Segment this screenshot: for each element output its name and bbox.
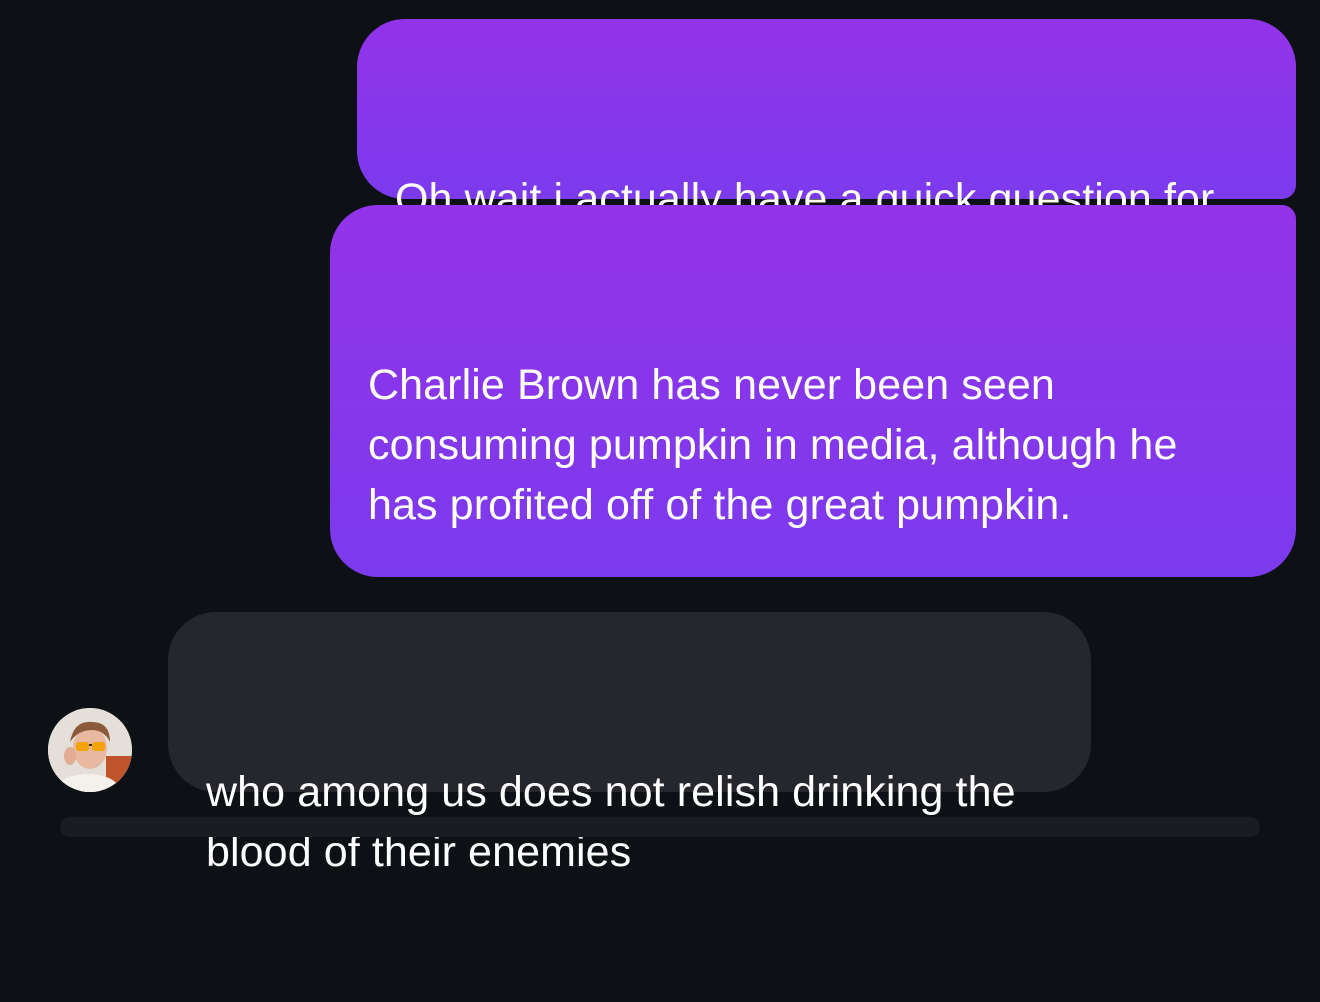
chat-thread: Oh wait i actually have a quick question… <box>0 0 1320 876</box>
incoming-message-bubble[interactable]: who among us does not relish drinking th… <box>168 612 1091 876</box>
outgoing-message-bubble[interactable]: Charlie Brown has never been seen consum… <box>330 205 1296 769</box>
message-text: Charlie Brown has never been seen consum… <box>368 361 1190 529</box>
user-avatar-icon[interactable] <box>48 708 132 792</box>
avatar-image <box>48 708 132 792</box>
composer-bar <box>60 817 1260 837</box>
outgoing-message-bubble[interactable]: Oh wait i actually have a quick question… <box>357 19 1296 283</box>
